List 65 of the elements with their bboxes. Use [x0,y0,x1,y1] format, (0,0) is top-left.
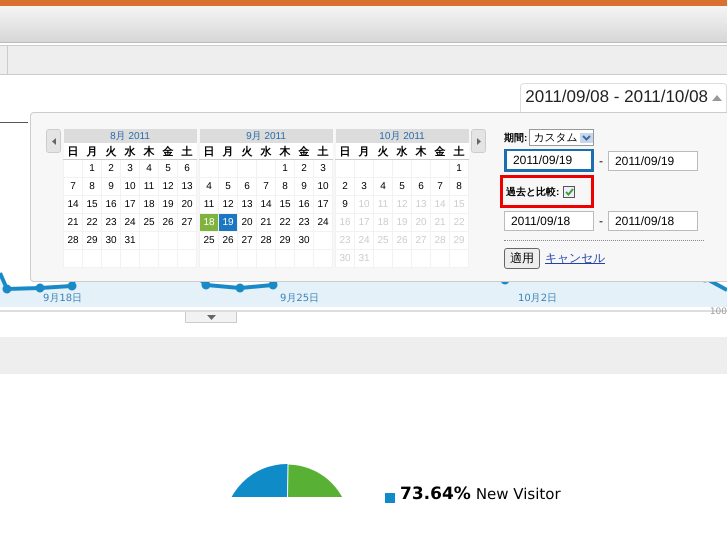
legend-percent: 73.64% [400,485,471,503]
calendar-day[interactable]: 14 [64,196,82,214]
calendar-day[interactable]: 28 [64,232,82,250]
weekday-label: 土 [450,143,468,160]
compare-end-field[interactable]: 2011/09/18 [608,211,698,231]
month-title: 10月 2011 [336,129,468,143]
weekday-label: 水 [256,143,276,160]
weekday-label: 水 [120,143,140,160]
legend-swatch [385,493,395,503]
previous-button[interactable] [46,129,61,153]
compare-label: 過去と比較: [506,186,560,198]
start-date-field[interactable]: 2011/09/19 [504,149,594,172]
weekday-label: 火 [102,143,120,160]
end-date-field[interactable]: 2011/09/19 [608,150,698,170]
weekday-label: 月 [82,143,102,160]
legend-label: New Visitor [476,486,561,503]
calendar-day[interactable]: 21 [64,214,82,232]
weekday-label: 日 [336,143,354,160]
weekday-label: 火 [238,143,256,160]
calendar-day[interactable]: 9 [336,196,354,214]
calendar-day[interactable]: 7 [64,178,82,196]
right-arrow-icon [476,138,480,144]
weekday-label: 木 [276,143,294,160]
weekday-label: 月 [218,143,238,160]
period-dropdown[interactable]: カスタム [529,129,594,146]
weekday-label: 木 [140,143,158,160]
caret-icon [206,314,216,320]
weekday-label: 土 [314,143,332,160]
weekday-label: 水 [392,143,412,160]
expand-handle[interactable] [185,312,237,323]
data-point [2,284,12,294]
weekday-label: 土 [178,143,196,160]
calendar-day[interactable]: 4 [200,178,218,196]
calendar-day[interactable]: 11 [200,196,218,214]
compare-start-field[interactable]: 2011/09/18 [504,211,594,231]
month-title: 8月 2011 [64,129,196,143]
next-button[interactable] [471,129,486,153]
calendar-day[interactable]: 2 [336,178,354,196]
cancel-link[interactable]: キャンセル [545,250,605,267]
chevron-icon [582,134,592,140]
weekday-label: 金 [158,143,178,160]
check-icon [564,188,574,196]
weekday-label: 日 [64,143,82,160]
calendar-day[interactable]: 25 [200,232,218,250]
separator: - [599,154,603,168]
data-point [236,284,244,292]
weekday-label: 火 [374,143,392,160]
weekday-label: 日 [200,143,218,160]
data-point [36,284,44,292]
axis-label: 10月2日 [518,292,558,305]
axis-label: 9月18日 [43,292,82,305]
weekday-label: 金 [430,143,450,160]
left-arrow-icon [52,138,56,144]
month-title: 9月 2011 [200,129,332,143]
period-label: 期間: [504,132,528,144]
compare-checkbox[interactable] [563,186,576,198]
weekday-label: 木 [412,143,430,160]
caret-icon [712,95,722,101]
axis-label: 9月25日 [280,292,320,305]
axis-label: 100 [710,307,727,317]
weekday-label: 金 [294,143,314,160]
data-point [68,282,76,290]
apply-button[interactable]: 適用 [504,248,540,269]
separator: - [599,214,603,228]
weekday-label: 月 [354,143,374,160]
